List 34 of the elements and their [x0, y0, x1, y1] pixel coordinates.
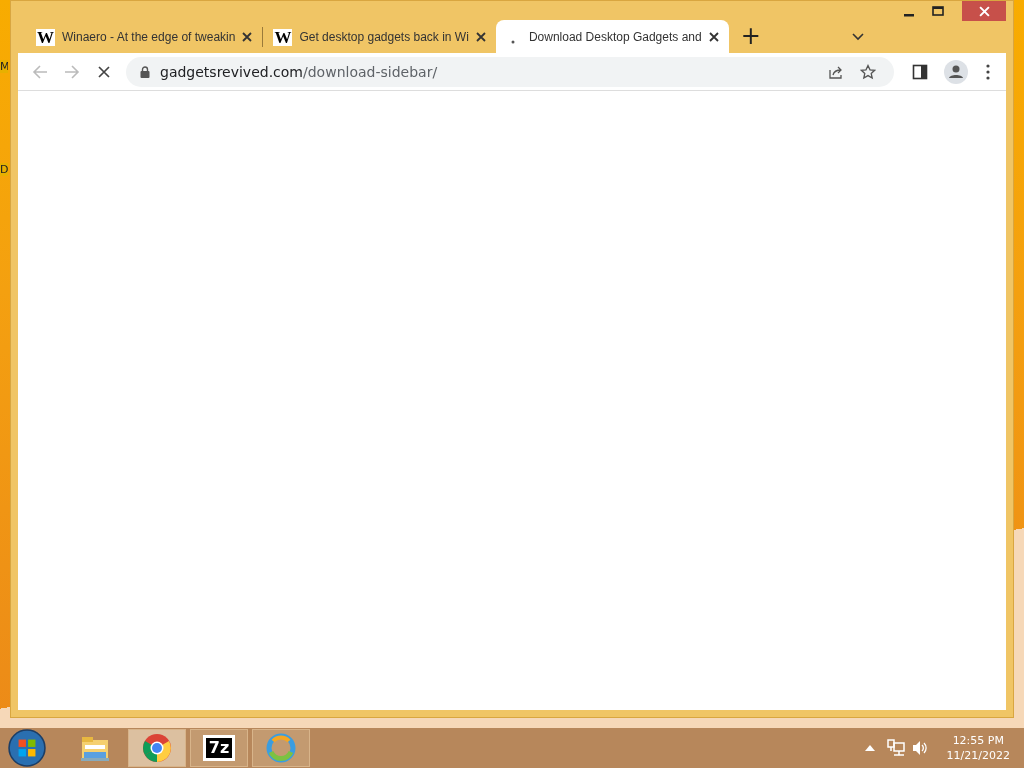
star-icon[interactable]: [860, 63, 876, 80]
caret-up-icon[interactable]: [864, 745, 875, 751]
speaker-icon[interactable]: [910, 739, 929, 757]
side-panel-icon[interactable]: [912, 63, 928, 80]
address-bar[interactable]: gadgetsrevived.com/download-sidebar/: [126, 56, 894, 87]
browser-tab[interactable]: W Winaero - At the edge of tweakin: [26, 21, 263, 53]
browser-tab[interactable]: Download Desktop Gadgets and: [495, 20, 729, 53]
chevron-down-icon[interactable]: [852, 33, 864, 41]
swirl-logo-icon: [265, 732, 297, 764]
close-tab-icon: [475, 32, 486, 42]
minimize-icon[interactable]: [904, 13, 914, 17]
favicon: W: [273, 28, 293, 46]
browser-logo-icon: [141, 732, 173, 764]
start-orb-icon[interactable]: [8, 729, 46, 767]
stop-loading-icon[interactable]: [96, 63, 112, 80]
desktop-icon-label[interactable]: M: [0, 60, 8, 73]
menu-icon[interactable]: [986, 63, 990, 80]
maximize-icon[interactable]: [932, 6, 944, 16]
new-tab-button[interactable]: +: [740, 24, 761, 48]
close-tab-icon: [242, 32, 253, 42]
close-tab-icon: [708, 31, 719, 42]
close-button[interactable]: [962, 1, 1006, 21]
archiver-logo: 7z: [202, 735, 236, 761]
taskbar-button[interactable]: 7z: [190, 729, 248, 767]
loading-dot-icon: [509, 38, 516, 45]
lock-icon: [140, 65, 150, 78]
desktop-icon-label[interactable]: D: [0, 163, 8, 176]
close-icon: [978, 5, 990, 17]
favicon: W: [36, 28, 55, 46]
url-text: gadgetsrevived.com/download-sidebar/: [160, 63, 438, 80]
browser-tab[interactable]: W Get desktop gadgets back in Wi: [263, 21, 496, 53]
profile-avatar-icon[interactable]: [944, 59, 968, 84]
taskbar-button[interactable]: [128, 729, 186, 767]
network-icon[interactable]: [886, 739, 905, 757]
